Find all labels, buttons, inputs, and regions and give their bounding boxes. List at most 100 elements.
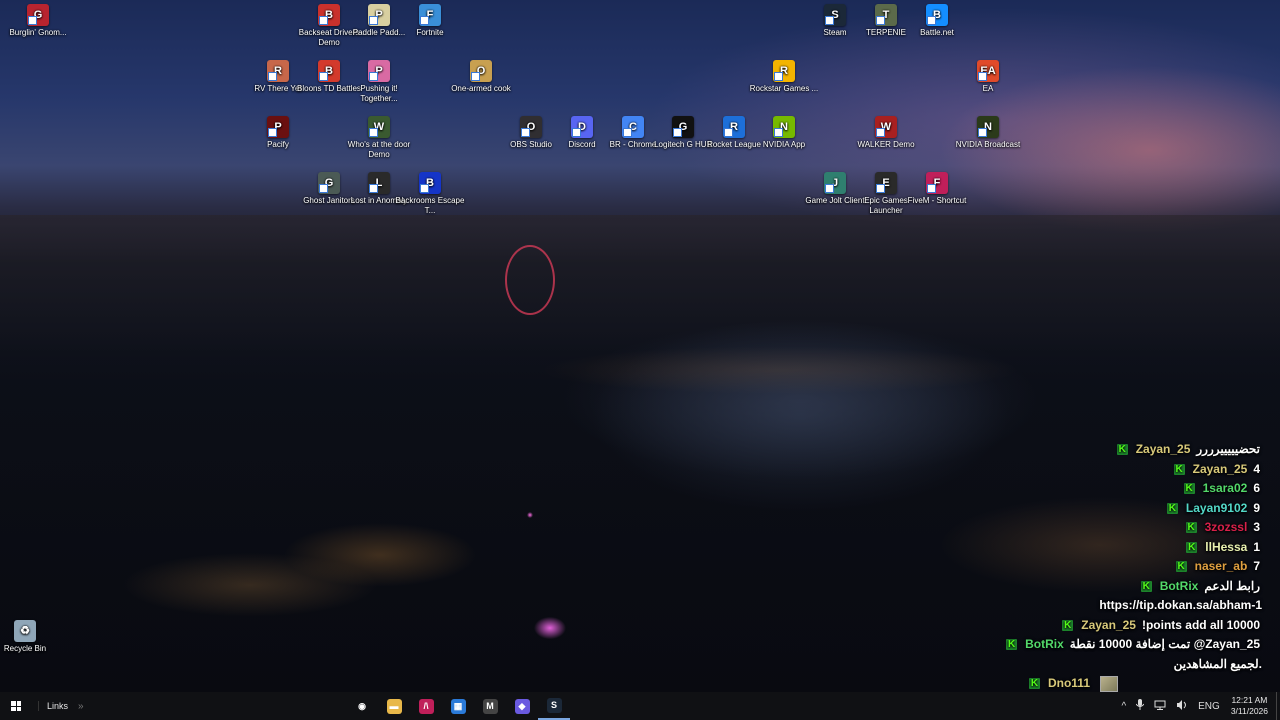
- clock[interactable]: 12:21 AM 3/11/2026: [1231, 695, 1268, 717]
- desktop-icon-nvidia-app[interactable]: N NVIDIA App: [746, 116, 822, 150]
- taskbar-app-mail-app[interactable]: M: [474, 692, 506, 720]
- desktop-icon-label: FiveM - Shortcut: [907, 196, 967, 205]
- kick-badge-icon: K: [1173, 463, 1185, 475]
- burglin-gnomes-icon: G: [27, 4, 49, 26]
- chat-username[interactable]: 1sara02: [1203, 481, 1248, 495]
- chat-username[interactable]: BotRix: [1025, 637, 1064, 651]
- chat-message: https://tip.dokan.sa/abham-1: [1099, 596, 1262, 614]
- discord-icon: D: [571, 116, 593, 138]
- chat-message: K BotRix تمت إضافة 10000 نقطة @Zayan_25: [1006, 635, 1260, 653]
- desktop-icon-label: Pushing it! Together...: [360, 84, 398, 103]
- desktop-icon-label: Pacify: [267, 140, 289, 149]
- chat-text: 9: [1253, 500, 1260, 515]
- chat-message: K 3zozssl 3: [1185, 518, 1260, 536]
- desktop-icon-label: Recycle Bin: [3, 644, 47, 653]
- chat-username[interactable]: Zayan_25: [1193, 462, 1248, 476]
- whos-at-the-door-icon: W: [368, 116, 390, 138]
- chat-text: 4: [1253, 461, 1260, 476]
- emote-icon: [1100, 675, 1118, 692]
- desktop-icon-backrooms-escape[interactable]: B Backrooms Escape T...: [392, 172, 468, 216]
- chat-message: KllHessa 1: [1186, 538, 1260, 556]
- chat-username[interactable]: Layan9102: [1186, 501, 1247, 515]
- obs-studio-icon: O: [520, 116, 542, 138]
- show-desktop-button[interactable]: [1276, 692, 1280, 720]
- nvidia-broadcast-icon: N: [977, 116, 999, 138]
- microphone-icon[interactable]: [1135, 699, 1145, 713]
- chat-text: 6: [1253, 481, 1260, 495]
- nvidia-app-icon: N: [773, 116, 795, 138]
- chat-text: 3: [1253, 520, 1260, 534]
- clock-date: 3/11/2026: [1230, 706, 1268, 716]
- taskbar-app-steam[interactable]: S: [538, 692, 570, 720]
- desktop-icon-pushing-it[interactable]: P Pushing it! Together...: [341, 60, 417, 104]
- chat-username[interactable]: Zayan_25: [1136, 442, 1191, 456]
- kick-badge-icon: K: [1116, 444, 1128, 456]
- desktop-icon-label: WALKER Demo: [857, 140, 915, 149]
- ghost-janitors-icon: G: [318, 172, 340, 194]
- backseat-drivers-icon: B: [318, 4, 340, 26]
- taskbar-app-fivem[interactable]: /\: [410, 692, 442, 720]
- desktop-icon-label: Battle.net: [920, 28, 954, 37]
- obs-icon: ◉: [354, 698, 370, 714]
- paddle-paddle-icon: P: [368, 4, 390, 26]
- desktop-icon-pacify[interactable]: P Pacify: [240, 116, 316, 150]
- desktop-icon-rockstar-games[interactable]: R Rockstar Games ...: [746, 60, 822, 94]
- chat-message: Knaser_ab 7: [1175, 557, 1260, 575]
- lost-in-anomaly-icon: L: [368, 172, 390, 194]
- taskbar-app-file-explorer[interactable]: ▬: [378, 692, 410, 720]
- desktop-icon-label: One-armed cook: [451, 84, 511, 93]
- desktop-icon-fortnite[interactable]: F Fortnite: [392, 4, 468, 38]
- chat-username[interactable]: BotRix: [1160, 579, 1199, 593]
- kick-badge-icon: K: [1175, 561, 1187, 573]
- desktop-icon-fivem[interactable]: F FiveM - Shortcut: [899, 172, 975, 206]
- walker-demo-icon: W: [875, 116, 897, 138]
- start-button[interactable]: [0, 692, 32, 720]
- taskbar-app-store[interactable]: ▦: [442, 692, 474, 720]
- chat-username[interactable]: Zayan_25: [1081, 618, 1136, 632]
- chat-username[interactable]: llHessa: [1205, 540, 1247, 554]
- river: [560, 320, 1040, 480]
- rocket-league-icon: R: [723, 116, 745, 138]
- language-indicator[interactable]: ENG: [1198, 701, 1220, 712]
- chat-message: K Zayan_25 !points add all 10000: [1062, 616, 1260, 634]
- pacify-icon: P: [267, 116, 289, 138]
- kick-badge-icon: K: [1186, 541, 1198, 553]
- volume-icon[interactable]: [1176, 699, 1188, 713]
- chat-message: K Zayan_25 4: [1173, 460, 1260, 478]
- vs-app-icon: ◆: [514, 698, 530, 714]
- desktop-icon-recycle-bin[interactable]: ♻ Recycle Bin: [0, 620, 63, 654]
- chat-message: K Dno111: [1028, 674, 1118, 692]
- desktop-icon-ea[interactable]: EA EA: [950, 60, 1026, 94]
- desktop-icon-battle-net[interactable]: B Battle.net: [899, 4, 975, 38]
- chat-overlay: K Zayan_25 تحضيييييرررر K Zayan_25 4 K 1sara02 6…: [990, 440, 1280, 712]
- store-icon: ▦: [450, 698, 466, 714]
- desktop-icon-walker-demo[interactable]: W WALKER Demo: [848, 116, 924, 150]
- chat-message: K BotRix رابط الدعم: [1140, 577, 1260, 595]
- taskbar-app-obs[interactable]: ◉: [346, 692, 378, 720]
- chat-text: https://tip.dokan.sa/abham-1: [1099, 598, 1262, 612]
- network-icon[interactable]: [1154, 700, 1166, 713]
- taskbar-app-vs-app[interactable]: ◆: [506, 692, 538, 720]
- chat-message: لجميع المشاهدين.: [1174, 655, 1262, 673]
- fivem-icon: F: [926, 172, 948, 194]
- windows-icon: [11, 701, 21, 711]
- desktop-icon-nvidia-broadcast[interactable]: N NVIDIA Broadcast: [950, 116, 1026, 150]
- ea-icon: EA: [977, 60, 999, 82]
- chat-username[interactable]: 3zozssl: [1205, 520, 1248, 534]
- desktop-icon-whos-at-the-door[interactable]: W Who's at the door Demo: [341, 116, 417, 160]
- chat-message: K 1sara02 6: [1183, 479, 1260, 497]
- chat-message: K Zayan_25 تحضيييييرررر: [1116, 440, 1260, 458]
- links-toolbar[interactable]: Links: [38, 701, 68, 711]
- chat-text: تمت إضافة 10000 نقطة @Zayan_25: [1069, 637, 1260, 651]
- chat-username[interactable]: naser_ab: [1195, 559, 1248, 573]
- desktop-icon-label: Burglin' Gnom...: [9, 28, 67, 37]
- recycle-bin-icon: ♻: [14, 620, 36, 642]
- desktop-icon-one-armed-cook[interactable]: O One-armed cook: [443, 60, 519, 94]
- br-chrome-icon: C: [622, 116, 644, 138]
- show-hidden-icons-icon[interactable]: ^: [1121, 701, 1126, 712]
- desktop-icon-label: Fortnite: [416, 28, 444, 37]
- links-overflow-icon[interactable]: »: [78, 701, 84, 712]
- chat-username[interactable]: Dno111: [1048, 676, 1090, 690]
- desktop-icon-label: NVIDIA App: [762, 140, 806, 149]
- desktop-icon-burglin-gnomes[interactable]: G Burglin' Gnom...: [0, 4, 76, 38]
